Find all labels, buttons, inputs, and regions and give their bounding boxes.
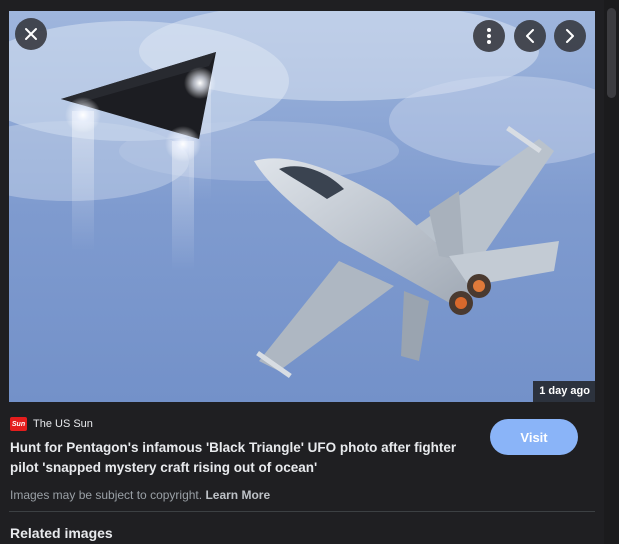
site-favicon: Sun <box>10 417 27 431</box>
source-name: The US Sun <box>33 418 93 430</box>
scrollbar-thumb[interactable] <box>607 8 616 98</box>
more-options-button[interactable] <box>473 20 505 52</box>
preview-image[interactable]: 1 day ago <box>9 11 595 402</box>
chevron-left-icon <box>526 29 534 43</box>
learn-more-link[interactable]: Learn More <box>205 488 270 502</box>
ufo-jet-photo <box>9 11 595 402</box>
scrollbar[interactable] <box>604 0 619 544</box>
more-vert-icon <box>487 28 491 44</box>
result-title[interactable]: Hunt for Pentagon's infamous 'Black Tria… <box>10 438 480 478</box>
visit-button[interactable]: Visit <box>490 419 578 455</box>
close-icon <box>25 28 37 40</box>
source-link[interactable]: Sun The US Sun <box>10 417 93 431</box>
close-button[interactable] <box>15 18 47 50</box>
age-badge: 1 day ago <box>533 381 595 402</box>
divider <box>9 511 595 512</box>
related-images-heading: Related images <box>10 525 113 541</box>
copyright-notice: Images may be subject to copyright. Lear… <box>10 488 270 502</box>
chevron-right-icon <box>566 29 574 43</box>
previous-image-button[interactable] <box>514 20 546 52</box>
next-image-button[interactable] <box>554 20 586 52</box>
copyright-text: Images may be subject to copyright. <box>10 488 203 502</box>
image-viewer-panel: 1 day ago Sun The US Sun Hunt for Pentag… <box>0 0 604 544</box>
